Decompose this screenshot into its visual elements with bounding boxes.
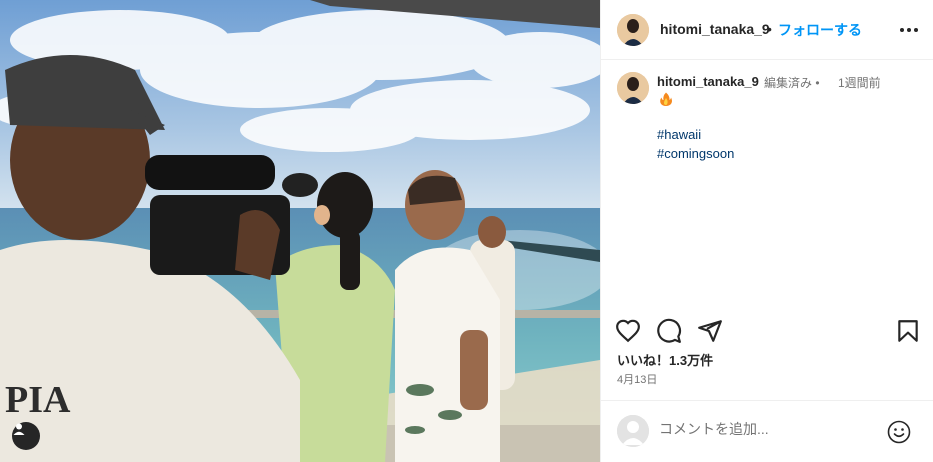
comment-bar [601,400,933,462]
comment-input[interactable] [659,421,879,437]
heart-icon[interactable] [615,318,641,344]
post-header: hitomi_tanaka_9 • フォローする [601,0,933,60]
smile-icon[interactable] [887,420,911,444]
fire-emoji-icon [660,92,672,106]
avatar [617,415,649,447]
shirt-text: PIA [5,379,71,421]
like-count[interactable]: いいね！1.3万件 [617,350,713,369]
hashtag-link[interactable]: #hawaii [657,127,701,142]
edited-label: 編集済み • [764,76,820,90]
post-sidebar: hitomi_tanaka_9 • フォローする hitomi_tanaka_9… [600,0,933,462]
action-bar [601,314,933,346]
send-icon[interactable] [697,318,723,344]
avatar[interactable] [617,14,649,46]
header-username[interactable]: hitomi_tanaka_9 [660,21,770,37]
post-date[interactable]: 4月13日 [617,371,657,387]
bookmark-icon[interactable] [895,318,921,344]
hashtag-link[interactable]: #comingsoon [657,146,734,161]
header-separator: • [767,21,772,37]
caption-avatar[interactable] [617,72,649,104]
user-tag-icon[interactable] [12,422,40,450]
follow-button[interactable]: フォローする [778,20,862,40]
photo-illustration: PIA [0,0,600,462]
post-time[interactable]: 1週間前 [838,74,881,91]
comment-icon[interactable] [656,318,682,344]
more-horizontal-icon[interactable] [899,22,919,38]
post-photo[interactable]: PIA [0,0,600,462]
caption-username[interactable]: hitomi_tanaka_9 [657,74,759,89]
